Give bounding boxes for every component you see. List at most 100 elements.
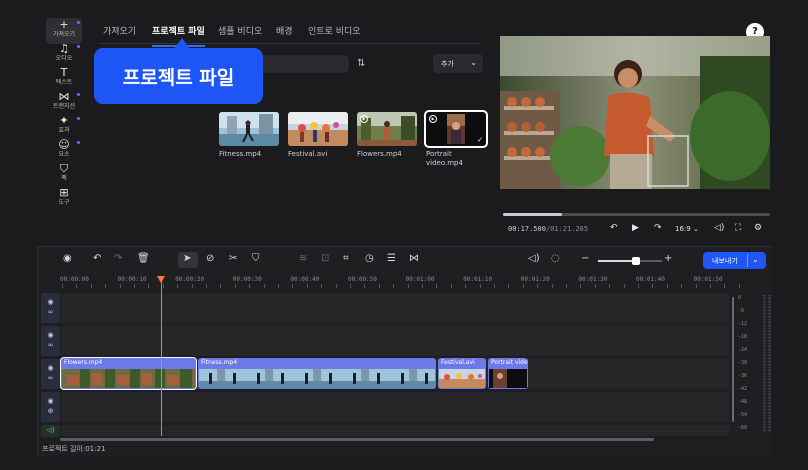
trash-icon[interactable]: 🗑 [137, 253, 150, 264]
sidebar-item-effects[interactable]: ✦ 효과 [46, 114, 82, 140]
playhead[interactable] [161, 280, 162, 436]
forward-icon[interactable]: ↷ [654, 223, 662, 233]
ruler-tick [537, 284, 539, 288]
timeline-clip-festival[interactable]: Festival.avi [438, 358, 486, 389]
eye-icon[interactable]: ◉ [41, 396, 60, 406]
sidebar-item-import[interactable]: + 가져오기 [46, 18, 82, 44]
vertical-scrollbar[interactable] [732, 297, 734, 422]
audio-wave-icon[interactable]: ≋ [299, 253, 307, 264]
record-icon[interactable]: ◉ [63, 253, 72, 264]
eye-icon[interactable]: ◉ [41, 297, 60, 307]
media-item-festival[interactable]: Festival.avi [288, 112, 348, 159]
media-name: Flowers.mp4 [357, 150, 402, 158]
crop-icon[interactable]: ⌗ [343, 253, 349, 264]
link-icon[interactable]: ∞ [41, 307, 60, 317]
ruler-tick-label: 00:00:20 [175, 276, 205, 283]
sidebar-item-tools[interactable]: ⊞ 도구 [46, 186, 82, 212]
effects-icon: ✦ [59, 114, 69, 127]
play-icon[interactable]: ▶ [632, 223, 639, 233]
current-time: 00:17.500 [508, 225, 546, 233]
crop-frame-icon[interactable]: ⊡ [321, 253, 329, 264]
zoom-in-icon[interactable]: + [664, 253, 672, 264]
sidebar-item-label: 요소 [58, 151, 70, 158]
volume-icon[interactable]: ◁) [714, 223, 724, 233]
redo-icon[interactable]: ↷ [114, 253, 122, 264]
ruler-tick [335, 284, 337, 288]
chevron-down-icon: ⌄ [470, 58, 477, 67]
aspect-ratio-select[interactable]: 16:9 ⌄ [675, 225, 699, 233]
export-button[interactable]: 내보내기 ⌄ [703, 252, 766, 269]
ruler-tick [594, 284, 596, 288]
ruler-tick [566, 284, 567, 288]
select-pointer-icon[interactable]: ➤ [183, 253, 191, 264]
ruler-tick [378, 284, 380, 288]
tab-import[interactable]: 가져오기 [103, 24, 136, 37]
ruler-tick-label: 00:00:30 [232, 276, 262, 283]
ruler-tick [177, 284, 179, 288]
ruler-tick-label: 00:01:00 [405, 276, 435, 283]
zoom-out-icon[interactable]: − [581, 253, 589, 264]
audio-icon[interactable]: ◁) [528, 253, 540, 264]
horizontal-scrollbar[interactable] [60, 438, 654, 441]
ruler-tick [724, 284, 726, 288]
eye-icon[interactable]: ◉ [41, 330, 60, 340]
ruler-tick [220, 284, 222, 288]
ruler-tick [148, 284, 150, 288]
audio-track-icon[interactable]: ⊕ [41, 406, 60, 416]
add-dropdown[interactable]: 추가 ⌄ [433, 54, 483, 73]
timeline-toolbar: ◉ ↶ ↷ 🗑 ➤ ⊘ ✂ ⛉ ≋ ⊡ ⌗ ◷ ☰ ⋈ ◁) ◌ − + 내보내… [38, 247, 772, 273]
timeline-clip-portrait[interactable]: Portrait vide [488, 358, 528, 389]
gear-icon[interactable]: ⚙ [754, 223, 762, 233]
playback-progress[interactable] [503, 213, 770, 216]
tab-sample-videos[interactable]: 샘플 비디오 [218, 24, 262, 37]
media-item-flowers[interactable]: ▶ Flowers.mp4 [357, 112, 417, 159]
fullscreen-icon[interactable]: ⛶ [735, 223, 741, 233]
link-icon[interactable]: ∞ [41, 373, 60, 383]
undo-icon[interactable]: ↶ [93, 253, 101, 264]
media-name: Fitness.mp4 [219, 150, 262, 158]
ruler-tick [652, 284, 654, 288]
media-thumbnail [219, 112, 279, 146]
sidebar-item-label: 오디오 [55, 55, 73, 62]
link-icon[interactable]: ∞ [41, 340, 60, 350]
sort-icon[interactable]: ⇅ [357, 58, 365, 69]
sidebar-item-elements[interactable]: ☺ 요소 [46, 138, 82, 164]
ruler-tick [134, 284, 135, 288]
scissors-icon[interactable]: ✂ [229, 253, 237, 264]
speed-icon[interactable]: ◷ [365, 253, 374, 264]
media-item-fitness[interactable]: Fitness.mp4 [219, 112, 279, 159]
aspect-ratio-label: 16:9 [675, 225, 691, 233]
zoom-slider[interactable] [598, 257, 662, 265]
sidebar-item-audio[interactable]: ♫ 오디오 [46, 42, 82, 68]
eye-icon[interactable]: ◉ [41, 363, 60, 373]
mask-icon[interactable]: ⋈ [409, 253, 419, 264]
meter-channel-left [763, 295, 766, 432]
tab-project-files[interactable]: 프로젝트 파일 [152, 24, 205, 47]
video-preview[interactable] [500, 36, 770, 189]
search-input[interactable] [262, 55, 349, 73]
sidebar-item-transition[interactable]: ⋈ 트랜지션 [46, 90, 82, 116]
new-dot [77, 45, 80, 48]
adjust-icon[interactable]: ☰ [387, 253, 396, 264]
ruler-tick-label: 00:01:30 [578, 276, 608, 283]
new-dot [77, 117, 80, 120]
zoom-slider-handle[interactable] [632, 257, 641, 265]
audio-track-icon[interactable]: ◁) [41, 425, 60, 435]
disable-icon[interactable]: ⊘ [206, 253, 214, 264]
rewind-icon[interactable]: ↶ [610, 223, 618, 233]
playhead-handle[interactable] [157, 276, 165, 283]
timeline-clip-fitness[interactable]: Fitness.mp4 [198, 358, 436, 389]
sidebar-item-packs[interactable]: ⛉ 팩 [46, 162, 82, 188]
media-item-portrait-video[interactable]: ▶ ✓ Portrait video.mp4 [424, 110, 488, 168]
tab-backgrounds[interactable]: 배경 [276, 24, 293, 37]
shield-icon[interactable]: ⛉ [252, 253, 260, 264]
sidebar-item-label: 텍스트 [55, 79, 73, 86]
chevron-down-icon[interactable]: ⌄ [752, 255, 759, 264]
new-dot [77, 21, 80, 24]
tab-intro-videos[interactable]: 인트로 비디오 [308, 24, 361, 37]
time-readout: 00:17.500/01:21.265 [508, 225, 588, 233]
timeline-clip-flowers[interactable]: Flowers.mp4 [60, 357, 197, 390]
ruler-tick [407, 284, 409, 288]
magnet-icon[interactable]: ◌ [551, 253, 560, 264]
sidebar-item-text[interactable]: T 텍스트 [46, 66, 82, 92]
